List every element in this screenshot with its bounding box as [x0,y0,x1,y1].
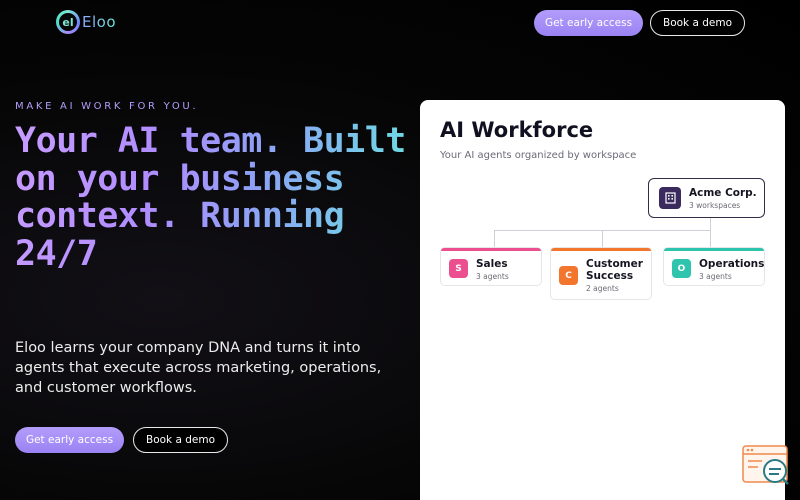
assistant-widget-icon[interactable] [742,444,790,486]
card-subtitle: Your AI agents organized by workspace [440,150,637,161]
connector-sales [494,230,495,247]
workspace-letter-icon: C [559,266,578,285]
get-early-access-button[interactable]: Get early access [534,10,643,36]
hero-book-demo-button[interactable]: Book a demo [133,427,228,453]
book-demo-button[interactable]: Book a demo [650,10,745,36]
org-meta: 3 workspaces [689,200,741,210]
logo-mark-icon: el [56,10,80,34]
logo-glyph: el [59,13,77,31]
hero-actions: Get early access Book a demo [15,427,228,453]
org-name: Acme Corp. [689,186,757,199]
workspace-accent-bar [551,248,651,251]
hero-subtitle: Eloo learns your company DNA and turns i… [15,340,382,396]
ai-workforce-card: AI Workforce Your AI agents organized by… [420,100,785,500]
workspace-accent-bar [441,248,541,251]
logo-text: Eloo [82,13,116,31]
workspace-agent-count: 2 agents [586,284,619,293]
workspace-agent-count: 3 agents [699,272,732,281]
workspace-operations[interactable]: O Operations 3 agents [663,247,765,286]
hero-headline: Your AI team. Built on your business con… [15,122,410,273]
workspace-agent-count: 3 agents [476,272,509,281]
building-icon [659,187,681,209]
workspace-sales[interactable]: S Sales 3 agents [440,247,542,286]
workspace-letter-icon: S [449,259,468,278]
workspace-letter-icon: O [672,259,691,278]
org-node-acme[interactable]: Acme Corp. 3 workspaces [648,178,765,218]
connector-trunk [710,218,711,230]
workspace-accent-bar [664,248,764,251]
header-actions: Get early access Book a demo [534,10,745,36]
workspace-name: Customer Success [586,258,643,282]
workspace-name: Operations [699,258,765,270]
connector-customer-success [602,230,603,247]
workspace-name: Sales [476,258,508,270]
hero-eyebrow: MAKE AI WORK FOR YOU. [15,101,199,112]
logo[interactable]: el Eloo [56,10,116,34]
workspace-customer-success[interactable]: C Customer Success 2 agents [550,247,652,300]
hero-get-early-access-button[interactable]: Get early access [15,427,124,453]
connector-operations [710,230,711,247]
card-title: AI Workforce [440,118,594,142]
